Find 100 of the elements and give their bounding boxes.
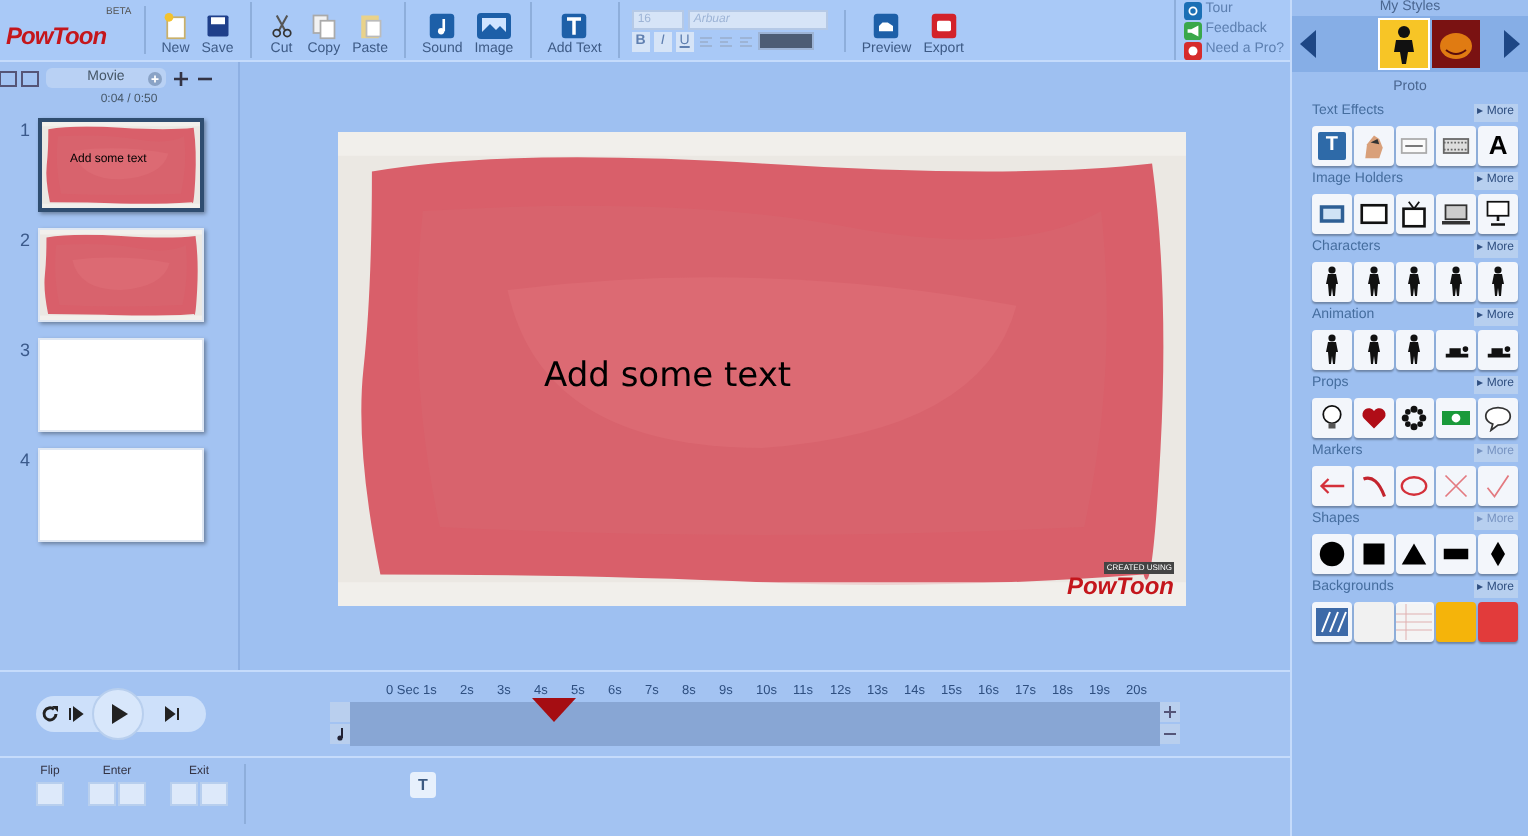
asset-tile[interactable] <box>1353 465 1394 505</box>
replay-icon[interactable] <box>40 704 60 724</box>
asset-tile[interactable] <box>1478 397 1518 437</box>
asset-tile[interactable] <box>1395 533 1435 573</box>
screen-icon <box>1484 199 1513 227</box>
style-thumbnail[interactable] <box>1432 20 1480 68</box>
picture-frame-icon <box>1317 199 1346 227</box>
hand-icon <box>1359 131 1388 159</box>
document-icon <box>161 12 190 40</box>
asset-tile[interactable] <box>1353 533 1394 573</box>
flower-icon <box>1400 403 1429 431</box>
cross-icon <box>1442 471 1471 499</box>
play-icon <box>109 704 127 724</box>
asset-tile[interactable] <box>1312 465 1352 505</box>
ellipse-icon <box>1400 471 1429 499</box>
asset-tile[interactable] <box>1478 261 1518 301</box>
asset-tile[interactable] <box>1478 465 1518 505</box>
asset-tile[interactable] <box>1353 329 1394 369</box>
slide-view-icon[interactable] <box>0 69 40 87</box>
asset-tile[interactable] <box>1478 533 1518 573</box>
asset-tile[interactable] <box>1395 397 1435 437</box>
save-icon <box>203 12 232 40</box>
badge-icon <box>1183 41 1202 59</box>
character-icon <box>1392 24 1416 64</box>
asset-tile[interactable] <box>1436 261 1477 301</box>
figure-icon <box>1404 333 1425 365</box>
pumpkin-icon <box>1438 28 1474 60</box>
megaphone-icon <box>1183 21 1202 39</box>
speech-bubble-icon <box>1484 403 1513 431</box>
asset-tile[interactable] <box>1395 125 1435 165</box>
asset-tile[interactable] <box>1436 533 1477 573</box>
lined-paper-icon <box>1396 603 1433 639</box>
asset-tile[interactable] <box>1436 329 1477 369</box>
heart-icon <box>1359 403 1388 431</box>
color-swatch[interactable] <box>1478 601 1518 641</box>
slide-number: 2 <box>20 228 33 254</box>
asset-tile[interactable] <box>1395 465 1435 505</box>
stamp-logo: PowToon <box>1066 574 1174 600</box>
check-icon <box>1484 471 1513 499</box>
help-icon <box>1183 1 1202 19</box>
light-bulb-icon <box>1317 403 1346 431</box>
asset-tile[interactable] <box>1436 397 1477 437</box>
playhead[interactable] <box>532 698 577 722</box>
asset-tile[interactable] <box>1395 261 1435 301</box>
image-icon <box>475 12 512 40</box>
copy-icon <box>309 12 338 40</box>
asset-tile[interactable] <box>1312 193 1352 233</box>
logo: PowToon <box>6 20 107 54</box>
asset-tile[interactable] <box>1395 601 1435 641</box>
slide-number: 1 <box>20 118 33 144</box>
add-icon[interactable] <box>148 71 162 85</box>
left-arrow-icon[interactable] <box>1300 30 1316 58</box>
plus-icon[interactable] <box>172 69 190 87</box>
figure-icon <box>1363 333 1384 365</box>
text-box[interactable]: Add some text <box>544 352 792 403</box>
slide-number: 4 <box>20 448 33 474</box>
clipboard-icon <box>356 12 385 40</box>
asset-tile[interactable] <box>1478 193 1518 233</box>
asset-tile[interactable] <box>1312 397 1352 437</box>
asset-tile[interactable] <box>1312 261 1352 301</box>
asset-tile[interactable] <box>1312 533 1352 573</box>
style-thumbnail[interactable] <box>1380 20 1428 68</box>
zoom-in-icon[interactable] <box>1160 702 1180 722</box>
asset-tile[interactable] <box>1395 193 1435 233</box>
color-swatch[interactable] <box>1436 601 1477 641</box>
skip-end-icon[interactable] <box>164 706 180 722</box>
figure-icon <box>1321 333 1342 365</box>
laptop-icon <box>1442 199 1471 227</box>
asset-tile[interactable] <box>1436 465 1477 505</box>
music-note-icon <box>330 724 350 744</box>
asset-tile[interactable] <box>1353 261 1394 301</box>
asset-tile[interactable] <box>1436 193 1477 233</box>
figure-icon <box>1363 265 1384 297</box>
text-button[interactable]: T <box>410 772 436 798</box>
text-tool-icon <box>560 12 589 40</box>
step-play-icon[interactable] <box>68 706 84 722</box>
text-tile[interactable]: A <box>1478 125 1518 165</box>
asset-tile[interactable] <box>1353 193 1394 233</box>
scissors-icon <box>267 12 296 40</box>
preview-icon <box>872 12 901 40</box>
asset-tile[interactable] <box>1478 329 1518 369</box>
asset-tile[interactable] <box>1312 601 1352 641</box>
music-note-icon <box>428 12 457 40</box>
asset-tile[interactable] <box>1395 329 1435 369</box>
play-button[interactable] <box>92 688 144 740</box>
zoom-out-icon[interactable] <box>1160 724 1180 744</box>
color-picker[interactable] <box>757 32 814 50</box>
asset-tile[interactable] <box>1436 125 1477 165</box>
triangle-icon <box>1400 539 1429 567</box>
slide-thumbnail[interactable] <box>38 338 204 432</box>
text-tile[interactable]: T <box>1312 125 1352 165</box>
asset-tile[interactable] <box>1353 125 1394 165</box>
asset-tile[interactable] <box>1353 397 1394 437</box>
circle-icon <box>1317 539 1346 567</box>
export-icon <box>929 12 958 40</box>
right-arrow-icon[interactable] <box>1504 30 1520 58</box>
striped-background-icon <box>1315 607 1348 635</box>
figure-icon <box>1446 265 1467 297</box>
asset-tile[interactable] <box>1312 329 1352 369</box>
slide-thumbnail[interactable] <box>38 448 204 542</box>
